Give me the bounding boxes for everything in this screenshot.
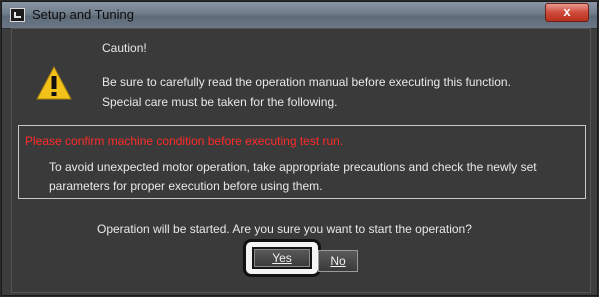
app-icon xyxy=(10,8,25,22)
warning-box: Please confirm machine condition before … xyxy=(18,125,586,199)
yes-button-label: Yes xyxy=(272,251,292,265)
caution-text-line-1: Be sure to carefully read the operation … xyxy=(102,75,511,89)
close-button[interactable]: x xyxy=(545,3,589,22)
title-bar[interactable]: Setup and Tuning x xyxy=(2,2,597,29)
dialog-content: Caution! Be sure to carefully read the o… xyxy=(11,28,591,293)
caution-text-line-2: Special care must be taken for the follo… xyxy=(102,95,338,109)
caution-title: Caution! xyxy=(102,41,147,55)
no-button-label: No xyxy=(330,254,346,268)
no-button[interactable]: No xyxy=(318,250,358,272)
yes-button-highlight: Yes xyxy=(243,239,321,277)
warning-heading: Please confirm machine condition before … xyxy=(25,134,344,148)
warning-text-line-1: To avoid unexpected motor operation, tak… xyxy=(49,160,537,174)
yes-button[interactable]: Yes xyxy=(252,247,312,269)
warning-icon xyxy=(36,66,72,100)
setup-and-tuning-dialog: Setup and Tuning x Caution! Be sure to c… xyxy=(1,1,598,296)
confirmation-question: Operation will be started. Are you sure … xyxy=(97,222,472,236)
warning-text-line-2: parameters for proper execution before u… xyxy=(49,179,323,193)
window-title: Setup and Tuning xyxy=(32,7,134,22)
